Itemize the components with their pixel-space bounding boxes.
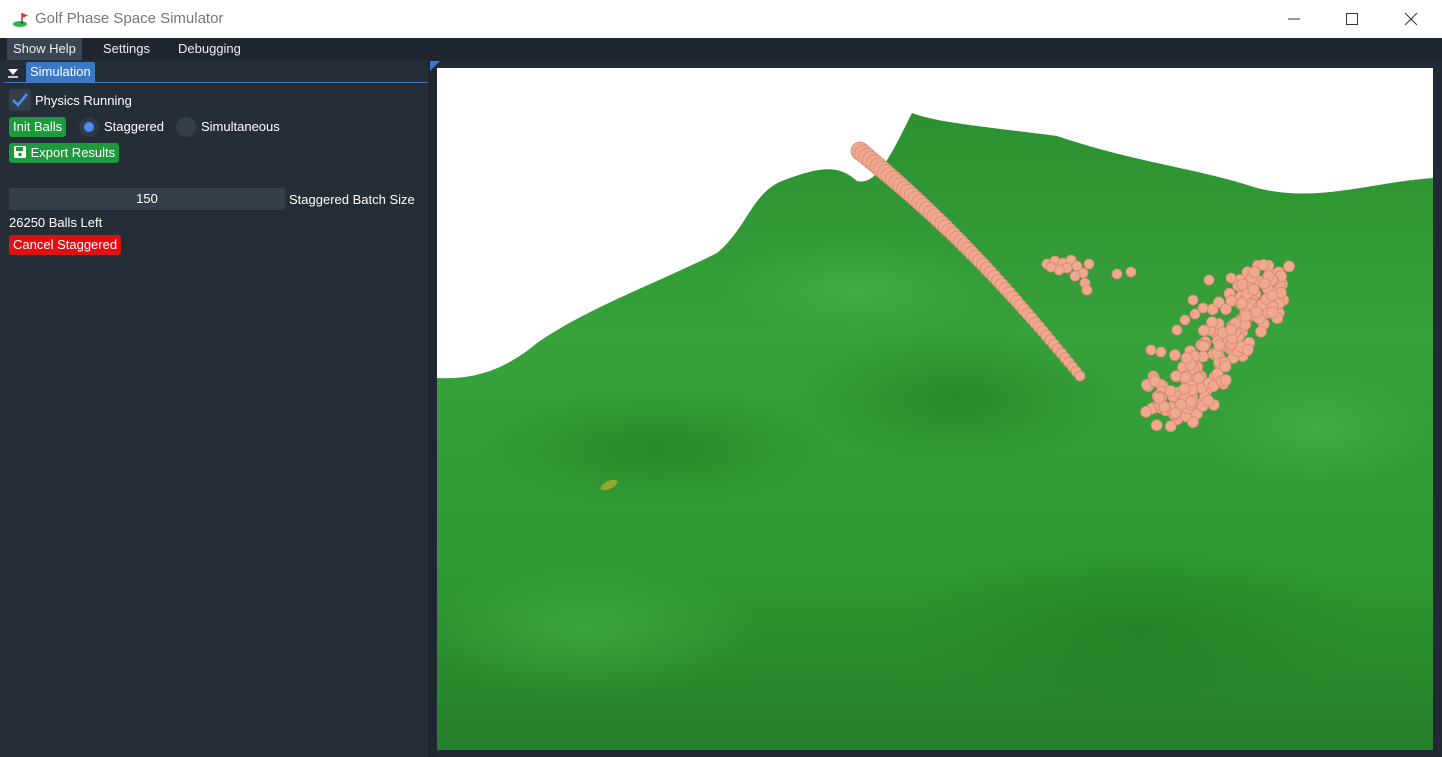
golf-ball	[1236, 297, 1249, 309]
golf-ball	[1187, 294, 1199, 306]
golf-ball	[1140, 405, 1152, 418]
physics-running-label: Physics Running	[35, 93, 132, 108]
physics-running-checkbox[interactable]	[9, 89, 31, 111]
maximize-button[interactable]	[1323, 0, 1381, 38]
golf-flag-icon	[13, 13, 28, 27]
golf-ball	[1219, 374, 1232, 387]
init-balls-button[interactable]: Init Balls	[9, 117, 67, 137]
golf-ball	[1219, 303, 1232, 315]
golf-ball	[1236, 278, 1249, 291]
golf-ball	[1197, 324, 1210, 337]
menu-settings[interactable]: Settings	[97, 38, 156, 60]
golf-ball	[1148, 375, 1161, 388]
golf-ball	[1250, 306, 1263, 319]
menu-debugging[interactable]: Debugging	[172, 38, 247, 60]
golf-ball	[1069, 270, 1081, 282]
menu-bar: Show Help Settings Debugging	[0, 38, 1442, 60]
golf-ball	[1241, 343, 1254, 356]
staggered-label: Staggered	[104, 119, 164, 134]
balls-left-text: 26250 Balls Left	[9, 215, 103, 230]
golf-ball	[1164, 384, 1177, 397]
golf-ball	[1111, 268, 1123, 280]
panel-splitter[interactable]	[428, 60, 436, 757]
golf-ball	[1074, 370, 1086, 382]
tab-simulation[interactable]: Simulation	[26, 62, 95, 82]
golf-ball	[1145, 344, 1157, 356]
save-icon	[14, 146, 26, 158]
title-bar: Golf Phase Space Simulator	[0, 0, 1442, 39]
golf-ball	[1083, 258, 1095, 270]
staggered-radio[interactable]	[79, 117, 99, 137]
golf-ball	[1266, 306, 1279, 319]
simultaneous-label: Simultaneous	[201, 119, 280, 134]
app-window: Show Help Settings Debugging Simulation …	[0, 38, 1442, 757]
golf-ball	[1169, 349, 1181, 361]
golf-ball	[1153, 391, 1165, 404]
golf-ball	[1225, 272, 1237, 284]
golf-ball	[1257, 258, 1270, 271]
golf-ball	[1171, 324, 1183, 336]
minimize-icon	[1288, 18, 1300, 20]
golf-ball	[1178, 383, 1191, 395]
golf-ball	[1125, 266, 1137, 278]
golf-ball	[1248, 266, 1261, 279]
golf-ball	[1203, 274, 1215, 286]
golf-ball	[1045, 261, 1057, 273]
golf-ball	[1197, 340, 1210, 353]
golf-ball	[1247, 283, 1260, 296]
golf-ball	[1187, 416, 1199, 429]
menu-show-help[interactable]: Show Help	[7, 38, 82, 60]
close-button[interactable]	[1382, 0, 1440, 38]
golf-ball	[1150, 419, 1163, 432]
maximize-icon	[1346, 13, 1358, 25]
golf-ball	[1255, 325, 1267, 338]
export-results-label: Export Results	[30, 145, 116, 160]
golf-ball	[1179, 371, 1192, 384]
export-results-button[interactable]: Export Results	[9, 143, 120, 163]
golf-ball	[1219, 360, 1232, 373]
golf-ball	[1169, 407, 1182, 419]
minimize-button[interactable]	[1265, 0, 1323, 38]
window-title: Golf Phase Space Simulator	[35, 10, 224, 27]
golf-ball	[1266, 289, 1279, 302]
golf-ball	[1197, 302, 1209, 314]
golf-ball	[1206, 316, 1218, 328]
batch-size-label: Staggered Batch Size	[289, 192, 415, 207]
golf-ball	[1170, 370, 1182, 383]
cancel-staggered-button[interactable]: Cancel Staggered	[9, 235, 122, 255]
golf-ball	[1202, 394, 1215, 407]
golf-ball	[1192, 372, 1205, 385]
collapse-arrow-icon[interactable]	[6, 65, 20, 79]
simulation-viewport[interactable]	[437, 68, 1433, 750]
golf-ball	[1239, 310, 1252, 322]
golf-ball	[1164, 420, 1177, 433]
golf-ball	[1258, 277, 1271, 290]
golf-ball	[1225, 323, 1237, 336]
golf-ball	[1185, 395, 1198, 408]
golf-ball	[1213, 339, 1226, 352]
simultaneous-radio[interactable]	[176, 117, 196, 137]
batch-size-slider[interactable]: 150	[9, 188, 285, 210]
golf-ball	[1283, 260, 1295, 273]
panel-header: Simulation	[4, 62, 428, 83]
terrain-scene	[437, 113, 1433, 750]
simulation-panel: Simulation Physics Running Init Balls St…	[0, 60, 428, 757]
golf-ball	[1179, 314, 1191, 326]
golf-ball	[1180, 352, 1193, 364]
check-icon	[12, 93, 28, 107]
golf-ball	[1155, 346, 1167, 358]
close-icon	[1404, 12, 1418, 26]
golf-ball	[1081, 284, 1093, 296]
